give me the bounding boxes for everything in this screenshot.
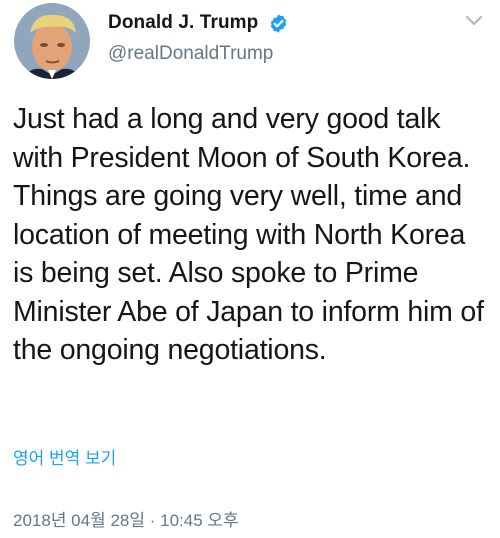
verified-badge-icon [270,14,287,33]
avatar-image [14,3,90,79]
display-name[interactable]: Donald J. Trump [108,12,258,34]
translate-tweet-link[interactable]: 영어 번역 보기 [13,444,116,469]
tweet-timestamp[interactable]: 2018년 04월 28일 · 10:45 오후 [13,506,239,531]
tweet-text: Just had a long and very good talk with … [13,103,484,366]
user-handle[interactable]: @realDonaldTrump [108,43,273,65]
chevron-down-icon[interactable] [464,14,484,28]
tweet: Donald J. Trump @realDonaldTrump Just ha… [0,0,500,538]
avatar[interactable] [14,3,90,79]
